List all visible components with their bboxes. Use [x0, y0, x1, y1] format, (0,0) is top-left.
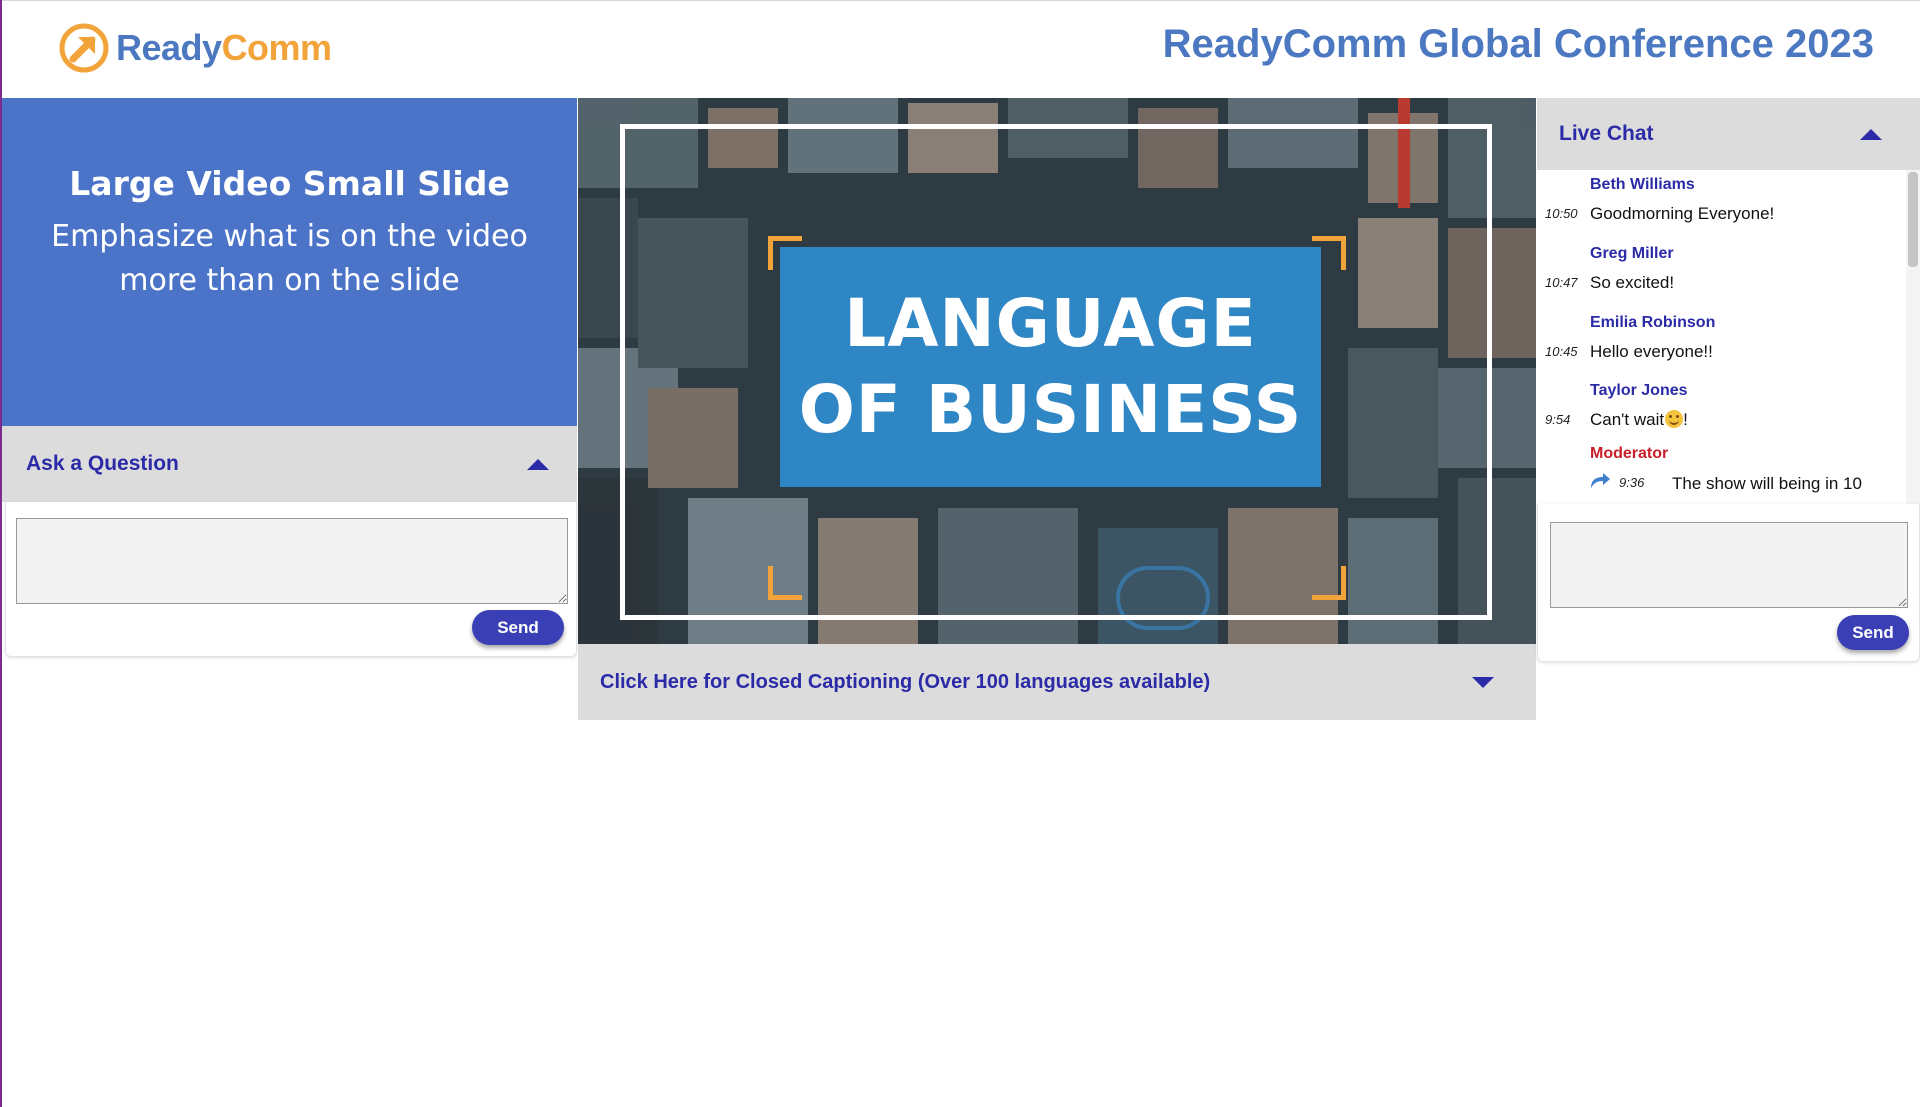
ask-question-label: Ask a Question	[26, 452, 179, 475]
reply-arrow-icon	[1591, 473, 1610, 488]
title-corner-bracket	[768, 566, 802, 600]
chat-text: Hello everyone!!	[1590, 342, 1713, 361]
video-title-card: LANGUAGE OF BUSINESS	[780, 247, 1321, 487]
readycomm-logo[interactable]: ReadyComm	[58, 22, 332, 74]
chat-time: 9:36	[1619, 475, 1645, 490]
closed-captioning-label: Click Here for Closed Captioning (Over 1…	[600, 670, 1211, 693]
chat-message-list[interactable]: Beth Williams 10:50 Goodmorning Everyone…	[1537, 170, 1920, 504]
chat-author: Emilia Robinson	[1590, 314, 1716, 331]
live-chat-header[interactable]: Live Chat	[1537, 98, 1920, 170]
question-input[interactable]	[16, 518, 568, 604]
chat-time: 9:54	[1545, 412, 1571, 427]
chat-time: 10:47	[1545, 275, 1578, 290]
chat-text: So excited!	[1590, 273, 1675, 292]
title-corner-bracket	[1312, 566, 1346, 600]
video-player[interactable]: LANGUAGE OF BUSINESS	[578, 98, 1536, 644]
chat-time: 10:50	[1545, 206, 1578, 221]
chat-scrollbar-thumb[interactable]	[1908, 172, 1918, 267]
slide-subtitle: Emphasize what is on the video more than…	[51, 219, 528, 298]
slide-title: Large Video Small Slide	[69, 164, 510, 203]
question-send-button[interactable]: Send	[472, 610, 564, 645]
caret-up-icon[interactable]	[1860, 128, 1882, 140]
chat-author: Beth Williams	[1590, 176, 1695, 193]
logo-wordmark: ReadyComm	[116, 27, 332, 69]
chat-input[interactable]	[1550, 522, 1908, 608]
logo-comm-text: Comm	[221, 27, 333, 68]
live-chat-label: Live Chat	[1559, 122, 1654, 145]
chat-text: Can't wait!	[1590, 410, 1688, 430]
ask-question-body: Send	[5, 502, 577, 657]
chat-send-button[interactable]: Send	[1837, 615, 1909, 650]
chat-compose-area: Send	[1537, 504, 1920, 662]
chat-text-part: !	[1683, 410, 1688, 429]
conference-title: ReadyComm Global Conference 2023	[1162, 22, 1874, 66]
chat-author-moderator: Moderator	[1590, 445, 1669, 462]
chat-author: Taylor Jones	[1590, 382, 1688, 399]
logo-ready-text: Ready	[116, 27, 222, 68]
chat-text: The show will being in 10	[1672, 474, 1862, 493]
video-title-line1: LANGUAGE	[844, 285, 1257, 362]
closed-captioning-toggle[interactable]: Click Here for Closed Captioning (Over 1…	[578, 644, 1536, 720]
smiley-face-icon	[1665, 410, 1684, 428]
caret-up-icon[interactable]	[527, 458, 549, 470]
caret-down-icon[interactable]	[1472, 676, 1494, 688]
slide-panel: Large Video Small Slide Emphasize what i…	[2, 98, 577, 426]
video-title-line2: OF BUSINESS	[798, 371, 1303, 448]
ask-question-header[interactable]: Ask a Question	[2, 426, 577, 502]
chat-author: Greg Miller	[1590, 245, 1674, 262]
chat-time: 10:45	[1545, 344, 1578, 359]
chat-text-part: Can't wait	[1590, 410, 1665, 429]
readycomm-arrow-logo-icon	[59, 23, 109, 73]
window-top-border	[0, 0, 1920, 1]
chat-text: Goodmorning Everyone!	[1590, 204, 1775, 223]
